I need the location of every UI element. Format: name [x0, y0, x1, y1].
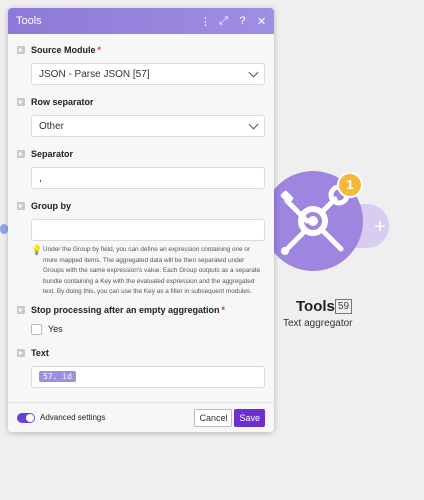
- panel-title: Tools: [16, 15, 42, 27]
- expand-icon[interactable]: ⤢: [219, 15, 228, 28]
- save-button[interactable]: Save: [234, 408, 265, 427]
- panel-footer: Advanced settings Cancel Save: [8, 402, 274, 432]
- group-by-help: 💡 Under the Group by field, you can defi…: [31, 245, 265, 298]
- row-separator-label: Row separator: [17, 96, 265, 108]
- chevron-down-icon: [248, 67, 259, 77]
- group-by-input[interactable]: [31, 219, 265, 241]
- close-icon[interactable]: ✕: [257, 15, 266, 28]
- separator-label: Separator: [17, 148, 265, 160]
- module-type: Text aggregator: [283, 318, 353, 329]
- more-vertical-icon[interactable]: ⋮: [200, 15, 211, 28]
- yes-checkbox[interactable]: [31, 323, 42, 335]
- yes-option[interactable]: Yes: [31, 323, 265, 335]
- text-label: Text: [17, 347, 265, 359]
- text-input[interactable]: 57. id: [31, 365, 265, 388]
- add-module-button[interactable]: +: [370, 217, 390, 238]
- panel-header: Tools ⋮ ⤢ ? ✕: [8, 8, 274, 34]
- separator-input[interactable]: ,: [31, 167, 265, 189]
- chevron-down-icon: [248, 119, 259, 129]
- mapped-item-tag[interactable]: 57. id: [39, 371, 76, 382]
- stop-processing-label: Stop processing after an empty aggregati…: [17, 304, 265, 316]
- group-by-label: Group by: [17, 200, 265, 212]
- collapse-toggle-icon[interactable]: [17, 150, 25, 158]
- collapse-toggle-icon[interactable]: [17, 348, 25, 357]
- collapse-toggle-icon[interactable]: [17, 46, 25, 54]
- module-settings-panel: Tools ⋮ ⤢ ? ✕ Source Module * JSON - Pars…: [8, 8, 274, 432]
- module-name: Tools: [296, 298, 335, 315]
- row-separator-select[interactable]: Other: [31, 115, 265, 137]
- source-module-select[interactable]: JSON - Parse JSON [57]: [31, 63, 265, 85]
- advanced-settings-toggle[interactable]: [17, 412, 35, 423]
- collapse-toggle-icon[interactable]: [17, 305, 25, 314]
- source-module-label: Source Module *: [17, 44, 265, 56]
- cancel-button[interactable]: Cancel: [194, 408, 233, 427]
- help-icon[interactable]: ?: [238, 15, 247, 27]
- advanced-settings-label: Advanced settings: [40, 413, 106, 422]
- module-id: 59: [335, 299, 353, 314]
- incoming-connection-dot: [0, 224, 8, 234]
- help-text: Under the Group by field, you can define…: [43, 246, 261, 295]
- collapse-toggle-icon[interactable]: [17, 98, 25, 106]
- operations-badge[interactable]: 1: [337, 172, 363, 198]
- collapse-toggle-icon[interactable]: [17, 202, 25, 210]
- lightbulb-icon: 💡: [31, 245, 43, 255]
